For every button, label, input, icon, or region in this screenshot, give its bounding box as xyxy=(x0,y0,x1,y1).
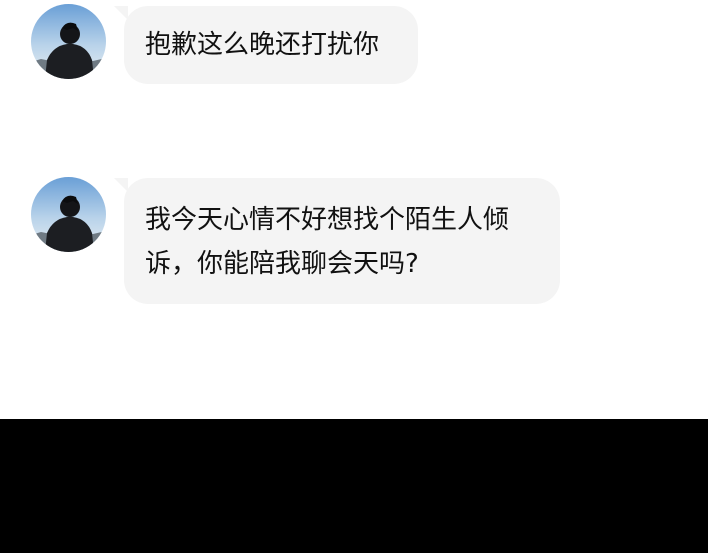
bottom-black-area xyxy=(0,419,708,553)
message-bubble[interactable]: 我今天心情不好想找个陌生人倾 诉，你能陪我聊会天吗? xyxy=(114,178,560,304)
avatar[interactable] xyxy=(31,4,106,79)
message-text: 我今天心情不好想找个陌生人倾 诉，你能陪我聊会天吗? xyxy=(145,205,510,279)
message-row: 我今天心情不好想找个陌生人倾 诉，你能陪我聊会天吗? xyxy=(0,175,708,310)
person-silhouette-icon xyxy=(31,4,106,79)
chat-area: 抱歉这么晚还打扰你 我今天心情不好想找个陌生人倾 诉，你能陪我聊会天吗? xyxy=(0,0,708,419)
message-text: 抱歉这么晚还打扰你 xyxy=(145,30,380,60)
avatar[interactable] xyxy=(31,177,106,252)
message-row: 抱歉这么晚还打扰你 xyxy=(0,0,708,100)
person-silhouette-icon xyxy=(31,177,106,252)
message-bubble[interactable]: 抱歉这么晚还打扰你 xyxy=(114,6,418,84)
